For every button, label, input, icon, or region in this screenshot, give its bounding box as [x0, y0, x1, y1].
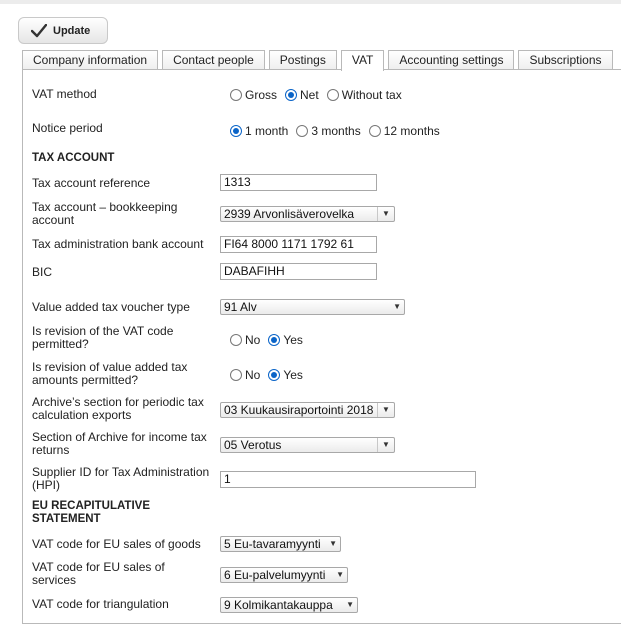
select-value: 03 Kuukausiraportointi 2018	[224, 403, 374, 417]
notice-12-months-radio[interactable]: 12 months	[368, 124, 440, 138]
radio-label: Gross	[245, 88, 278, 102]
vat-method-without-tax-radio[interactable]: Without tax	[326, 88, 402, 102]
chevron-down-icon: ▼	[377, 438, 394, 452]
radio-label: Without tax	[341, 88, 402, 102]
supplier-id-label: Supplier ID for Tax Administration (HPI)	[32, 465, 210, 492]
archive-periodic-label: Archive’s section for periodic tax calcu…	[32, 395, 204, 422]
select-value: 2939 Arvonlisäverovelka	[224, 207, 355, 221]
radio-label: Yes	[283, 368, 303, 382]
chevron-down-icon: ▼	[336, 570, 344, 579]
update-label: Update	[53, 24, 91, 37]
vat-amount-revision-yes-radio[interactable]: Yes	[268, 368, 303, 382]
radio-circle	[230, 89, 242, 101]
tab-postings[interactable]: Postings	[268, 50, 337, 70]
radio-circle	[268, 334, 281, 346]
tab-subscriptions[interactable]: Subscriptions	[518, 50, 613, 70]
radio-label: Yes	[283, 333, 303, 347]
tab-contact-people[interactable]: Contact people	[162, 50, 265, 70]
radio-label: Net	[300, 88, 319, 102]
radio-circle	[268, 369, 281, 381]
top-bar	[0, 0, 621, 4]
vat-voucher-type-select[interactable]: 91 Alv ▼	[220, 299, 405, 315]
chevron-down-icon: ▼	[346, 600, 354, 609]
eu-goods-select[interactable]: 5 Eu-tavaramyynti ▼	[220, 536, 341, 552]
supplier-id-input[interactable]: 1	[220, 471, 476, 488]
tax-bank-account-label: Tax administration bank account	[32, 237, 204, 251]
archive-income-label: Section of Archive for income tax return…	[32, 430, 207, 457]
tax-account-bookkeeping-select[interactable]: 2939 Arvonlisäverovelka ▼	[220, 206, 395, 222]
select-value: 5 Eu-tavaramyynti	[224, 537, 321, 551]
tax-account-bookkeeping-label: Tax account – bookkeeping account	[32, 200, 178, 227]
chevron-down-icon: ▼	[393, 302, 401, 311]
radio-label: No	[245, 368, 261, 382]
radio-label: 1 month	[245, 124, 289, 138]
bic-label: BIC	[32, 265, 53, 279]
radio-circle	[368, 125, 381, 137]
radio-label: 12 months	[383, 124, 440, 138]
tax-account-heading: TAX ACCOUNT	[32, 152, 115, 164]
vat-amount-revision-label: Is revision of value added tax amounts p…	[32, 360, 188, 387]
notice-3-months-radio[interactable]: 3 months	[296, 124, 361, 138]
vat-code-revision-no-radio[interactable]: No	[230, 333, 260, 347]
select-value: 91 Alv	[224, 300, 257, 314]
select-value: 05 Verotus	[224, 438, 282, 452]
eu-services-label: VAT code for EU sales of services	[32, 560, 165, 587]
vat-method-gross-radio[interactable]: Gross	[230, 88, 277, 102]
tax-bank-account-input[interactable]: FI64 8000 1171 1792 61	[220, 236, 377, 253]
select-value: 9 Kolmikantakauppa	[224, 598, 333, 612]
chevron-down-icon: ▼	[329, 539, 337, 548]
notice-period-radios: 1 month 3 months 12 months	[230, 124, 448, 138]
radio-circle	[285, 89, 298, 101]
radio-circle	[296, 125, 309, 137]
radio-label: 3 months	[311, 124, 361, 138]
vat-voucher-type-label: Value added tax voucher type	[32, 300, 190, 314]
vat-amount-revision-radios: No Yes	[230, 368, 311, 382]
select-value: 6 Eu-palvelumyynti	[224, 568, 326, 582]
vat-method-radios: Gross Net Without tax	[230, 88, 410, 102]
vat-method-label: VAT method	[32, 87, 97, 101]
chevron-down-icon: ▼	[377, 207, 394, 221]
checkmark-icon	[31, 23, 47, 37]
tax-account-reference-input[interactable]: 1313	[220, 174, 377, 191]
tab-bar: Company information Contact people Posti…	[22, 50, 617, 71]
tab-company-information[interactable]: Company information	[22, 50, 159, 70]
radio-label: No	[245, 333, 261, 347]
radio-circle	[326, 89, 339, 101]
radio-circle	[230, 125, 242, 137]
eu-statement-heading: EU RECAPITULATIVE STATEMENT	[32, 500, 150, 525]
vat-code-revision-radios: No Yes	[230, 333, 311, 347]
vat-amount-revision-no-radio[interactable]: No	[230, 368, 260, 382]
vat-code-revision-label: Is revision of the VAT code permitted?	[32, 324, 174, 351]
eu-services-select[interactable]: 6 Eu-palvelumyynti ▼	[220, 567, 348, 583]
notice-1-month-radio[interactable]: 1 month	[230, 124, 288, 138]
vat-code-revision-yes-radio[interactable]: Yes	[268, 333, 303, 347]
update-button[interactable]: Update	[18, 17, 108, 44]
archive-periodic-select[interactable]: 03 Kuukausiraportointi 2018 ▼	[220, 402, 395, 418]
chevron-down-icon: ▼	[377, 403, 394, 417]
radio-circle	[230, 369, 242, 381]
radio-circle	[230, 334, 242, 346]
tab-vat[interactable]: VAT	[340, 50, 385, 71]
eu-triangulation-label: VAT code for triangulation	[32, 597, 169, 611]
archive-income-select[interactable]: 05 Verotus ▼	[220, 437, 395, 453]
notice-period-label: Notice period	[32, 121, 103, 135]
tab-accounting-settings[interactable]: Accounting settings	[388, 50, 515, 70]
eu-goods-label: VAT code for EU sales of goods	[32, 537, 201, 551]
eu-triangulation-select[interactable]: 9 Kolmikantakauppa ▼	[220, 597, 358, 613]
bic-input[interactable]: DABAFIHH	[220, 263, 377, 280]
tax-account-reference-label: Tax account reference	[32, 176, 151, 190]
vat-method-net-radio[interactable]: Net	[285, 88, 319, 102]
